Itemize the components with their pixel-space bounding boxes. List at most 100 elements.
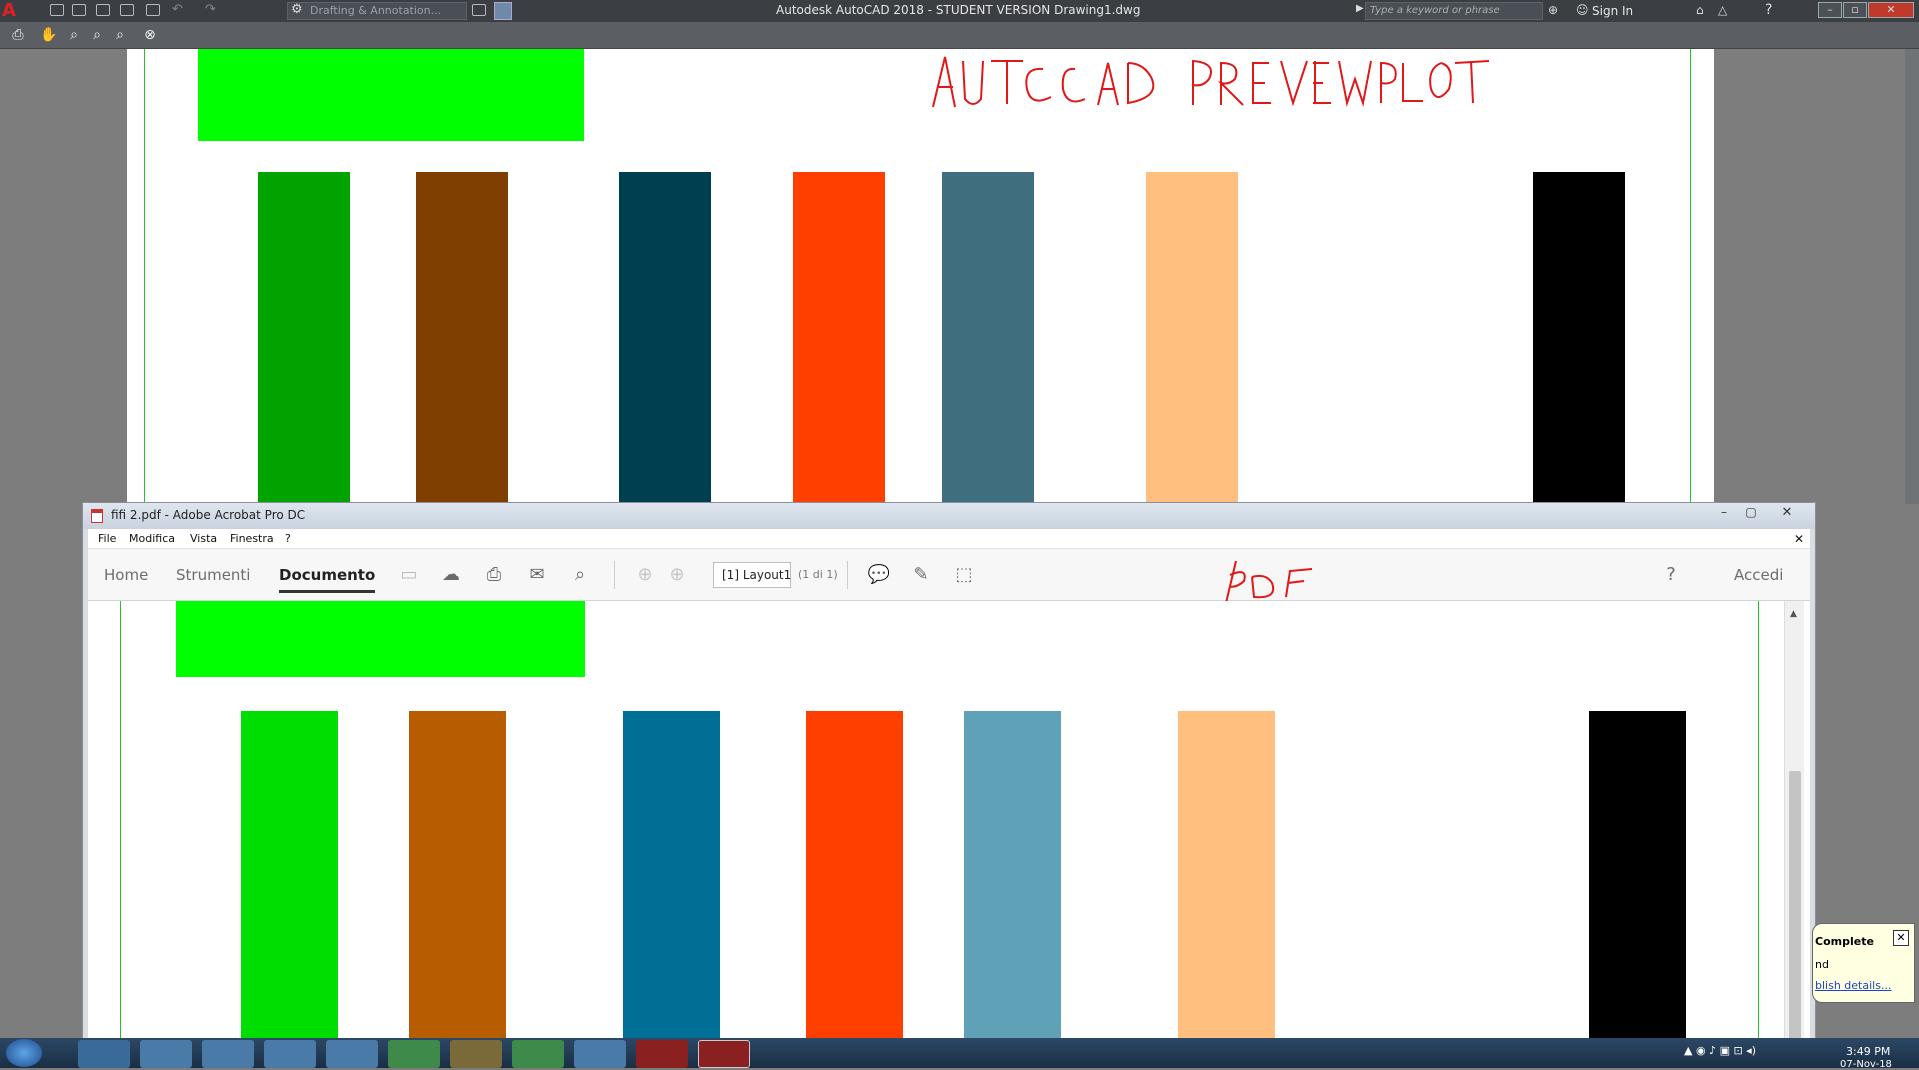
notification-close-button[interactable]: ✕ bbox=[1893, 930, 1909, 946]
close-preview-icon[interactable]: ⊗ bbox=[141, 26, 159, 44]
paint-task-icon[interactable] bbox=[202, 1040, 254, 1068]
toolbar-divider bbox=[614, 561, 615, 589]
search-icon[interactable]: ⌕ bbox=[568, 563, 592, 587]
share-icon[interactable] bbox=[472, 4, 486, 16]
autocad-app-icon[interactable]: A bbox=[2, 1, 16, 21]
clock-date[interactable]: 07-Nov-18 bbox=[1840, 1059, 1892, 1070]
handwritten-annotation bbox=[932, 56, 1490, 108]
pdf-color-bar-2 bbox=[409, 711, 506, 1041]
system-tray[interactable]: ▲ ◉ ♪ ▣ ⊡ ◂) bbox=[1684, 1044, 1814, 1062]
right-scrollbar[interactable] bbox=[1905, 49, 1919, 504]
search-input[interactable]: Type a keyword or phrase bbox=[1365, 2, 1543, 20]
print-icon[interactable]: ⎙ bbox=[482, 563, 506, 587]
notification-text: nd bbox=[1815, 958, 1829, 971]
pdf-scrollbar[interactable]: ▲ bbox=[1784, 601, 1804, 1041]
cloud-upload-icon[interactable]: ☁ bbox=[439, 563, 463, 587]
comment-icon[interactable]: 💬 bbox=[867, 563, 891, 587]
zoom-window-icon[interactable]: ⌕ bbox=[88, 26, 106, 44]
notification-details-link[interactable]: blish details... bbox=[1815, 979, 1891, 992]
close-document-icon[interactable]: ✕ bbox=[1794, 532, 1804, 546]
close-button[interactable]: ✕ bbox=[1868, 2, 1914, 18]
acrobat-close-button[interactable]: ✕ bbox=[1766, 505, 1808, 523]
acrobat-task-icon[interactable] bbox=[698, 1040, 750, 1068]
page-count: (1 di 1) bbox=[798, 568, 838, 581]
pdf-border-right bbox=[1758, 601, 1759, 1041]
plot-boundary-right bbox=[1690, 49, 1691, 504]
pdf-color-bar-5 bbox=[964, 711, 1061, 1041]
pdf-document-view[interactable]: ▲ bbox=[88, 601, 1810, 1041]
plot-preview-toolbar bbox=[0, 22, 1919, 49]
sign-in-button[interactable]: Accedi bbox=[1734, 566, 1783, 584]
help-icon[interactable]: ? bbox=[1765, 2, 1772, 18]
acrobat-window-title: fifi 2.pdf - Adobe Acrobat Pro DC bbox=[111, 508, 306, 522]
clock-time[interactable]: 3:49 PM bbox=[1846, 1045, 1890, 1058]
zoom-icon[interactable]: ⌕ bbox=[65, 26, 83, 44]
print-icon[interactable]: ⎙ bbox=[9, 26, 27, 44]
menu-vista[interactable]: Vista bbox=[190, 532, 217, 545]
acad-color-bar-7 bbox=[1533, 172, 1625, 507]
green-rectangle bbox=[198, 49, 584, 141]
acad-color-bar-6 bbox=[1146, 172, 1238, 507]
fit-page-icon[interactable]: ⬚ bbox=[952, 563, 976, 587]
maximize-button[interactable]: ▫ bbox=[1843, 2, 1867, 18]
explorer-task-icon[interactable] bbox=[78, 1040, 130, 1068]
highlight-pen-icon[interactable]: ✎ bbox=[909, 563, 933, 587]
menu-help[interactable]: ? bbox=[285, 532, 291, 545]
chrome-task-icon[interactable] bbox=[574, 1040, 626, 1068]
save-as-icon[interactable] bbox=[120, 4, 134, 16]
snipping-task-icon[interactable] bbox=[264, 1040, 316, 1068]
acrobat-maximize-button[interactable]: ▢ bbox=[1738, 505, 1764, 523]
pan-hand-icon[interactable]: ✋ bbox=[40, 26, 58, 44]
plot-icon[interactable] bbox=[146, 4, 160, 16]
email-icon[interactable]: ✉ bbox=[525, 563, 549, 587]
redo-icon[interactable]: ↷ bbox=[205, 2, 216, 17]
exchange-icon[interactable]: △ bbox=[1718, 3, 1727, 17]
menu-finestra[interactable]: Finestra bbox=[230, 532, 274, 545]
minimize-button[interactable]: – bbox=[1818, 2, 1842, 18]
gear-icon[interactable]: ⚙ bbox=[291, 2, 303, 17]
save-icon[interactable]: ▭ bbox=[397, 563, 421, 587]
binoculars-icon[interactable]: ⊕ bbox=[1548, 3, 1558, 17]
pdf-color-bar-4 bbox=[806, 711, 903, 1041]
help-icon[interactable]: ? bbox=[1659, 563, 1683, 587]
tab-home[interactable]: Home bbox=[104, 566, 148, 584]
pdf-file-icon bbox=[91, 509, 103, 523]
sign-in-button[interactable]: Sign In bbox=[1592, 4, 1633, 18]
expand-icon[interactable]: ▶ bbox=[1356, 3, 1364, 14]
scroll-thumb[interactable] bbox=[1789, 771, 1801, 1041]
tab-strumenti[interactable]: Strumenti bbox=[176, 566, 250, 584]
calculator-task-icon[interactable] bbox=[326, 1040, 378, 1068]
notepad-task-icon[interactable] bbox=[140, 1040, 192, 1068]
utorrent-task-icon[interactable] bbox=[388, 1040, 440, 1068]
workspace-combo[interactable]: Drafting & Annotation... bbox=[287, 2, 467, 20]
winrar-task-icon[interactable] bbox=[450, 1040, 502, 1068]
acrobat-toolbar: Home Strumenti Documento ▭ ☁ ⎙ ✉ ⌕ ⊕ ⊕ [… bbox=[88, 549, 1810, 604]
start-button[interactable] bbox=[6, 1039, 42, 1067]
next-page-icon[interactable]: ⊕ bbox=[665, 563, 689, 587]
acad-color-bar-1 bbox=[258, 172, 350, 507]
save-icon[interactable] bbox=[96, 4, 110, 16]
page-number-field[interactable]: [1] Layout1 bbox=[713, 562, 791, 588]
zoom-original-icon[interactable]: ⌕ bbox=[111, 26, 129, 44]
publish-notification: Complete nd blish details... ✕ bbox=[1812, 923, 1915, 1003]
cart-icon[interactable]: ⌂ bbox=[1696, 3, 1704, 17]
prev-page-icon[interactable]: ⊕ bbox=[633, 563, 657, 587]
autocad-preview-paper bbox=[127, 49, 1714, 507]
evernote-task-icon[interactable] bbox=[512, 1040, 564, 1068]
notification-title: Complete bbox=[1815, 935, 1874, 948]
new-icon[interactable] bbox=[50, 4, 64, 16]
undo-icon[interactable]: ↶ bbox=[172, 2, 183, 17]
acrobat-minimize-button[interactable]: – bbox=[1711, 505, 1737, 523]
open-icon[interactable] bbox=[72, 4, 86, 16]
autocad-task-icon[interactable] bbox=[636, 1040, 688, 1068]
menu-modifica[interactable]: Modifica bbox=[129, 532, 175, 545]
autocad-window-title: Autodesk AutoCAD 2018 - STUDENT VERSION … bbox=[776, 3, 1141, 17]
pdf-color-bar-1 bbox=[241, 711, 338, 1041]
menu-file[interactable]: File bbox=[98, 532, 116, 545]
user-icon[interactable]: ☺ bbox=[1576, 3, 1589, 17]
toolbar-divider bbox=[847, 561, 848, 589]
scroll-up-icon[interactable]: ▲ bbox=[1790, 609, 1797, 619]
tab-documento[interactable]: Documento bbox=[279, 566, 376, 593]
acrobat-window: fifi 2.pdf - Adobe Acrobat Pro DC – ▢ ✕ … bbox=[82, 502, 1816, 1041]
workspace-button[interactable] bbox=[494, 2, 512, 20]
